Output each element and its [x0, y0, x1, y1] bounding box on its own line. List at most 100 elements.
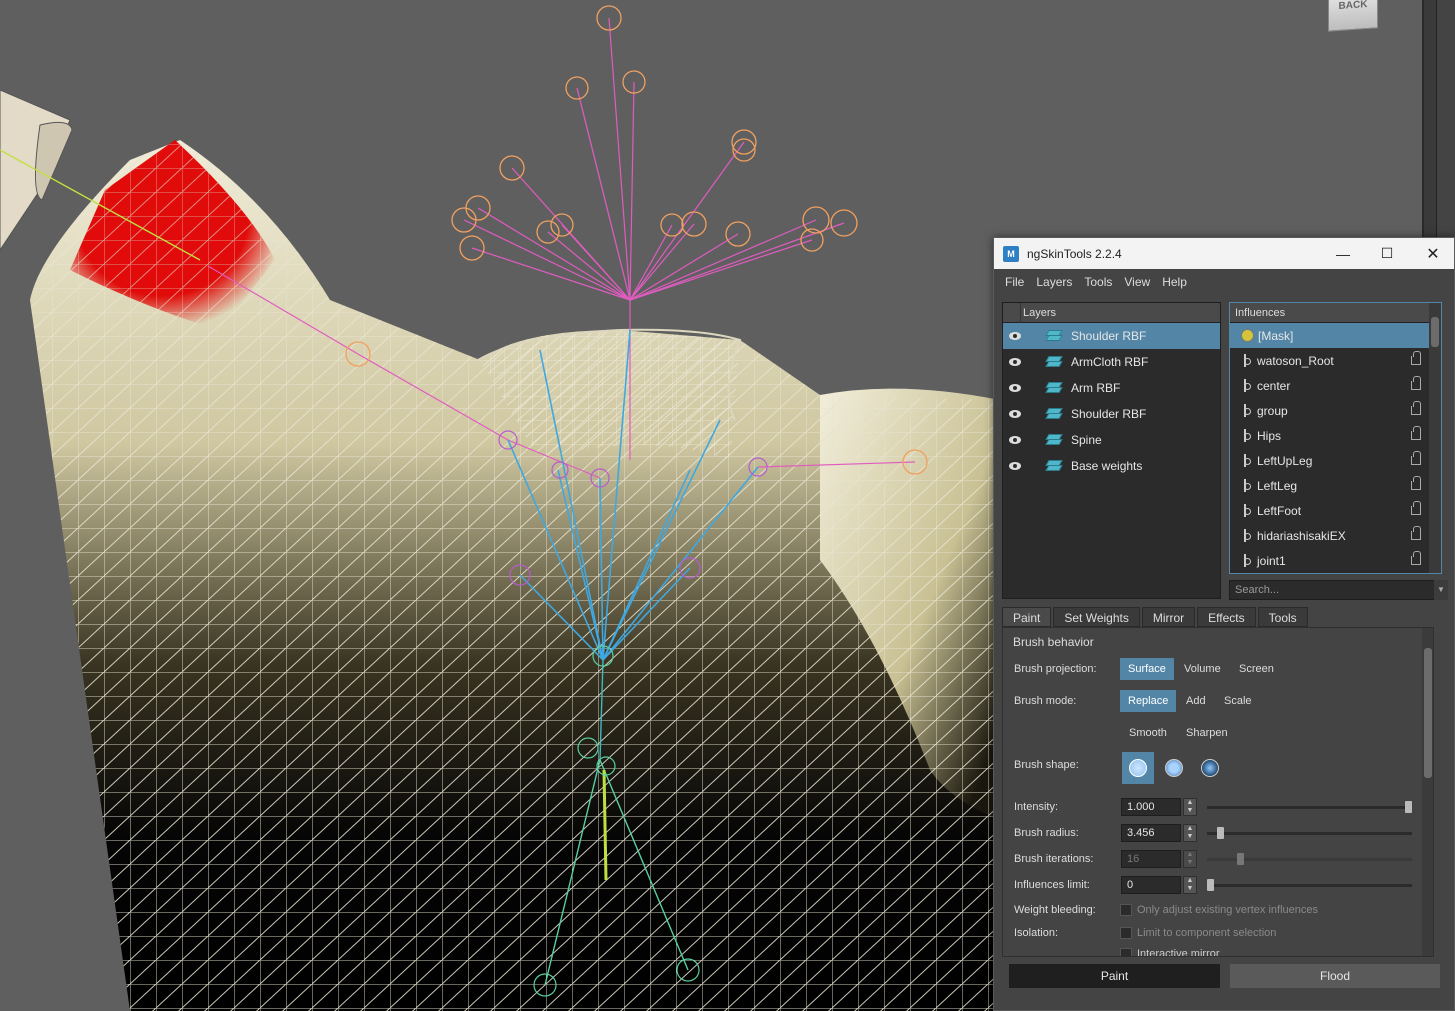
- influences-scrollbar[interactable]: [1429, 303, 1441, 573]
- minimize-button[interactable]: —: [1320, 238, 1366, 269]
- menu-bar: File Layers Tools View Help: [994, 269, 1454, 295]
- mode-scale-button[interactable]: Scale: [1216, 690, 1260, 712]
- menu-tools[interactable]: Tools: [1084, 275, 1112, 289]
- projection-surface-button[interactable]: Surface: [1120, 658, 1174, 680]
- tab-mirror[interactable]: Mirror: [1141, 607, 1196, 627]
- section-title: Brush behavior: [1013, 635, 1094, 649]
- projection-volume-button[interactable]: Volume: [1176, 658, 1229, 680]
- lock-icon[interactable]: [1411, 476, 1421, 490]
- influences-panel: Influences [Mask] watoson_Root center gr…: [1229, 302, 1442, 574]
- tab-set-weights[interactable]: Set Weights: [1053, 607, 1140, 627]
- lock-icon[interactable]: [1411, 426, 1421, 440]
- menu-help[interactable]: Help: [1162, 275, 1187, 289]
- layer-row[interactable]: ArmCloth RBF: [1003, 349, 1220, 375]
- close-button[interactable]: ✕: [1410, 238, 1455, 269]
- menu-layers[interactable]: Layers: [1036, 275, 1072, 289]
- slider-handle[interactable]: [1216, 827, 1224, 839]
- eye-icon[interactable]: [1009, 357, 1023, 367]
- lock-icon[interactable]: [1411, 501, 1421, 515]
- influence-row[interactable]: watoson_Root: [1230, 348, 1441, 373]
- brush-iterations-field: 16: [1121, 850, 1181, 868]
- layer-row[interactable]: Shoulder RBF: [1003, 401, 1220, 427]
- influence-name: watoson_Root: [1257, 353, 1334, 368]
- projection-screen-button[interactable]: Screen: [1231, 658, 1282, 680]
- slider-handle: [1236, 853, 1244, 865]
- influence-row[interactable]: LeftUpLeg: [1230, 448, 1441, 473]
- eye-icon[interactable]: [1009, 435, 1023, 445]
- mode-replace-button[interactable]: Replace: [1120, 690, 1177, 712]
- layer-name: Arm RBF: [1071, 381, 1121, 395]
- settings-scrollbar[interactable]: [1422, 628, 1433, 956]
- title-bar[interactable]: M ngSkinTools 2.2.4 — ☐ ✕: [994, 238, 1454, 269]
- window-title: ngSkinTools 2.2.4: [1027, 246, 1122, 261]
- layer-icon: [1045, 355, 1063, 369]
- menu-view[interactable]: View: [1124, 275, 1150, 289]
- lock-icon[interactable]: [1411, 376, 1421, 390]
- influences-limit-stepper[interactable]: ▲ ▼: [1183, 876, 1197, 894]
- mode-sharpen-button[interactable]: Sharpen: [1178, 722, 1236, 744]
- weight-bleeding-checkbox[interactable]: [1120, 904, 1132, 916]
- joint-icon: [1241, 454, 1252, 467]
- brush-radius-slider[interactable]: [1207, 827, 1412, 839]
- mode-smooth-button[interactable]: Smooth: [1121, 722, 1175, 744]
- influence-row[interactable]: hidariashisakiEX: [1230, 523, 1441, 548]
- eye-icon[interactable]: [1009, 331, 1023, 341]
- menu-file[interactable]: File: [1005, 275, 1024, 289]
- brush-iterations-label: Brush iterations:: [1014, 853, 1094, 865]
- eye-icon[interactable]: [1009, 461, 1023, 471]
- influences-header: Influences: [1230, 303, 1441, 323]
- layer-row[interactable]: Spine: [1003, 427, 1220, 453]
- influence-name: Hips: [1257, 428, 1282, 443]
- influences-limit-slider[interactable]: [1207, 879, 1412, 891]
- influence-row[interactable]: Hips: [1230, 423, 1441, 448]
- isolation-label: Isolation:: [1014, 927, 1059, 939]
- brush-radius-field[interactable]: 3.456: [1121, 824, 1181, 842]
- eye-icon[interactable]: [1009, 409, 1023, 419]
- influence-row[interactable]: LeftLeg: [1230, 473, 1441, 498]
- mode-add-button[interactable]: Add: [1178, 690, 1214, 712]
- influence-row[interactable]: [Mask]: [1230, 323, 1441, 348]
- paint-button[interactable]: Paint: [1009, 964, 1220, 988]
- chevron-down-icon[interactable]: ▼: [1434, 580, 1448, 600]
- intensity-slider[interactable]: [1207, 801, 1412, 813]
- tab-tools[interactable]: Tools: [1257, 607, 1308, 627]
- brush-shape-gaussian-button[interactable]: [1194, 752, 1226, 784]
- lock-icon[interactable]: [1411, 451, 1421, 465]
- influence-name: joint1: [1257, 553, 1286, 568]
- lock-icon[interactable]: [1411, 526, 1421, 540]
- layer-name: Shoulder RBF: [1071, 407, 1147, 421]
- tab-effects[interactable]: Effects: [1197, 607, 1256, 627]
- flood-button[interactable]: Flood: [1230, 964, 1440, 988]
- isolation-checkbox[interactable]: [1120, 927, 1132, 939]
- influence-row[interactable]: LeftFoot: [1230, 498, 1441, 523]
- slider-handle[interactable]: [1207, 879, 1214, 891]
- influence-name: [Mask]: [1258, 328, 1294, 343]
- lock-icon[interactable]: [1411, 351, 1421, 365]
- back-view-cube[interactable]: BACK: [1328, 0, 1378, 32]
- influence-name: hidariashisakiEX: [1257, 528, 1346, 543]
- brush-shape-soft-button[interactable]: [1158, 752, 1190, 784]
- intensity-field[interactable]: 1.000: [1121, 798, 1181, 816]
- brush-radius-stepper[interactable]: ▲ ▼: [1183, 824, 1197, 842]
- influence-row[interactable]: center: [1230, 373, 1441, 398]
- joint-icon: [1241, 379, 1252, 392]
- eye-icon[interactable]: [1009, 383, 1023, 393]
- influence-row[interactable]: group: [1230, 398, 1441, 423]
- interactive-mirror-checkbox[interactable]: [1120, 948, 1132, 956]
- layer-icon: [1045, 407, 1063, 421]
- brush-shape-solid-button[interactable]: [1122, 752, 1154, 784]
- layer-row[interactable]: Arm RBF: [1003, 375, 1220, 401]
- tab-paint[interactable]: Paint: [1002, 607, 1052, 627]
- maximize-button[interactable]: ☐: [1364, 238, 1410, 269]
- lock-icon[interactable]: [1411, 401, 1421, 415]
- brush-projection-label: Brush projection:: [1014, 663, 1097, 675]
- slider-handle[interactable]: [1405, 801, 1412, 813]
- influence-row[interactable]: joint1: [1230, 548, 1441, 573]
- influence-search-input[interactable]: Search...: [1229, 580, 1439, 600]
- intensity-stepper[interactable]: ▲ ▼: [1183, 798, 1197, 816]
- influences-limit-field[interactable]: 0: [1121, 876, 1181, 894]
- lock-icon[interactable]: [1411, 551, 1421, 565]
- joint-icon: [1241, 529, 1252, 542]
- layer-row[interactable]: Base weights: [1003, 453, 1220, 479]
- layer-row[interactable]: Shoulder RBF: [1003, 323, 1220, 349]
